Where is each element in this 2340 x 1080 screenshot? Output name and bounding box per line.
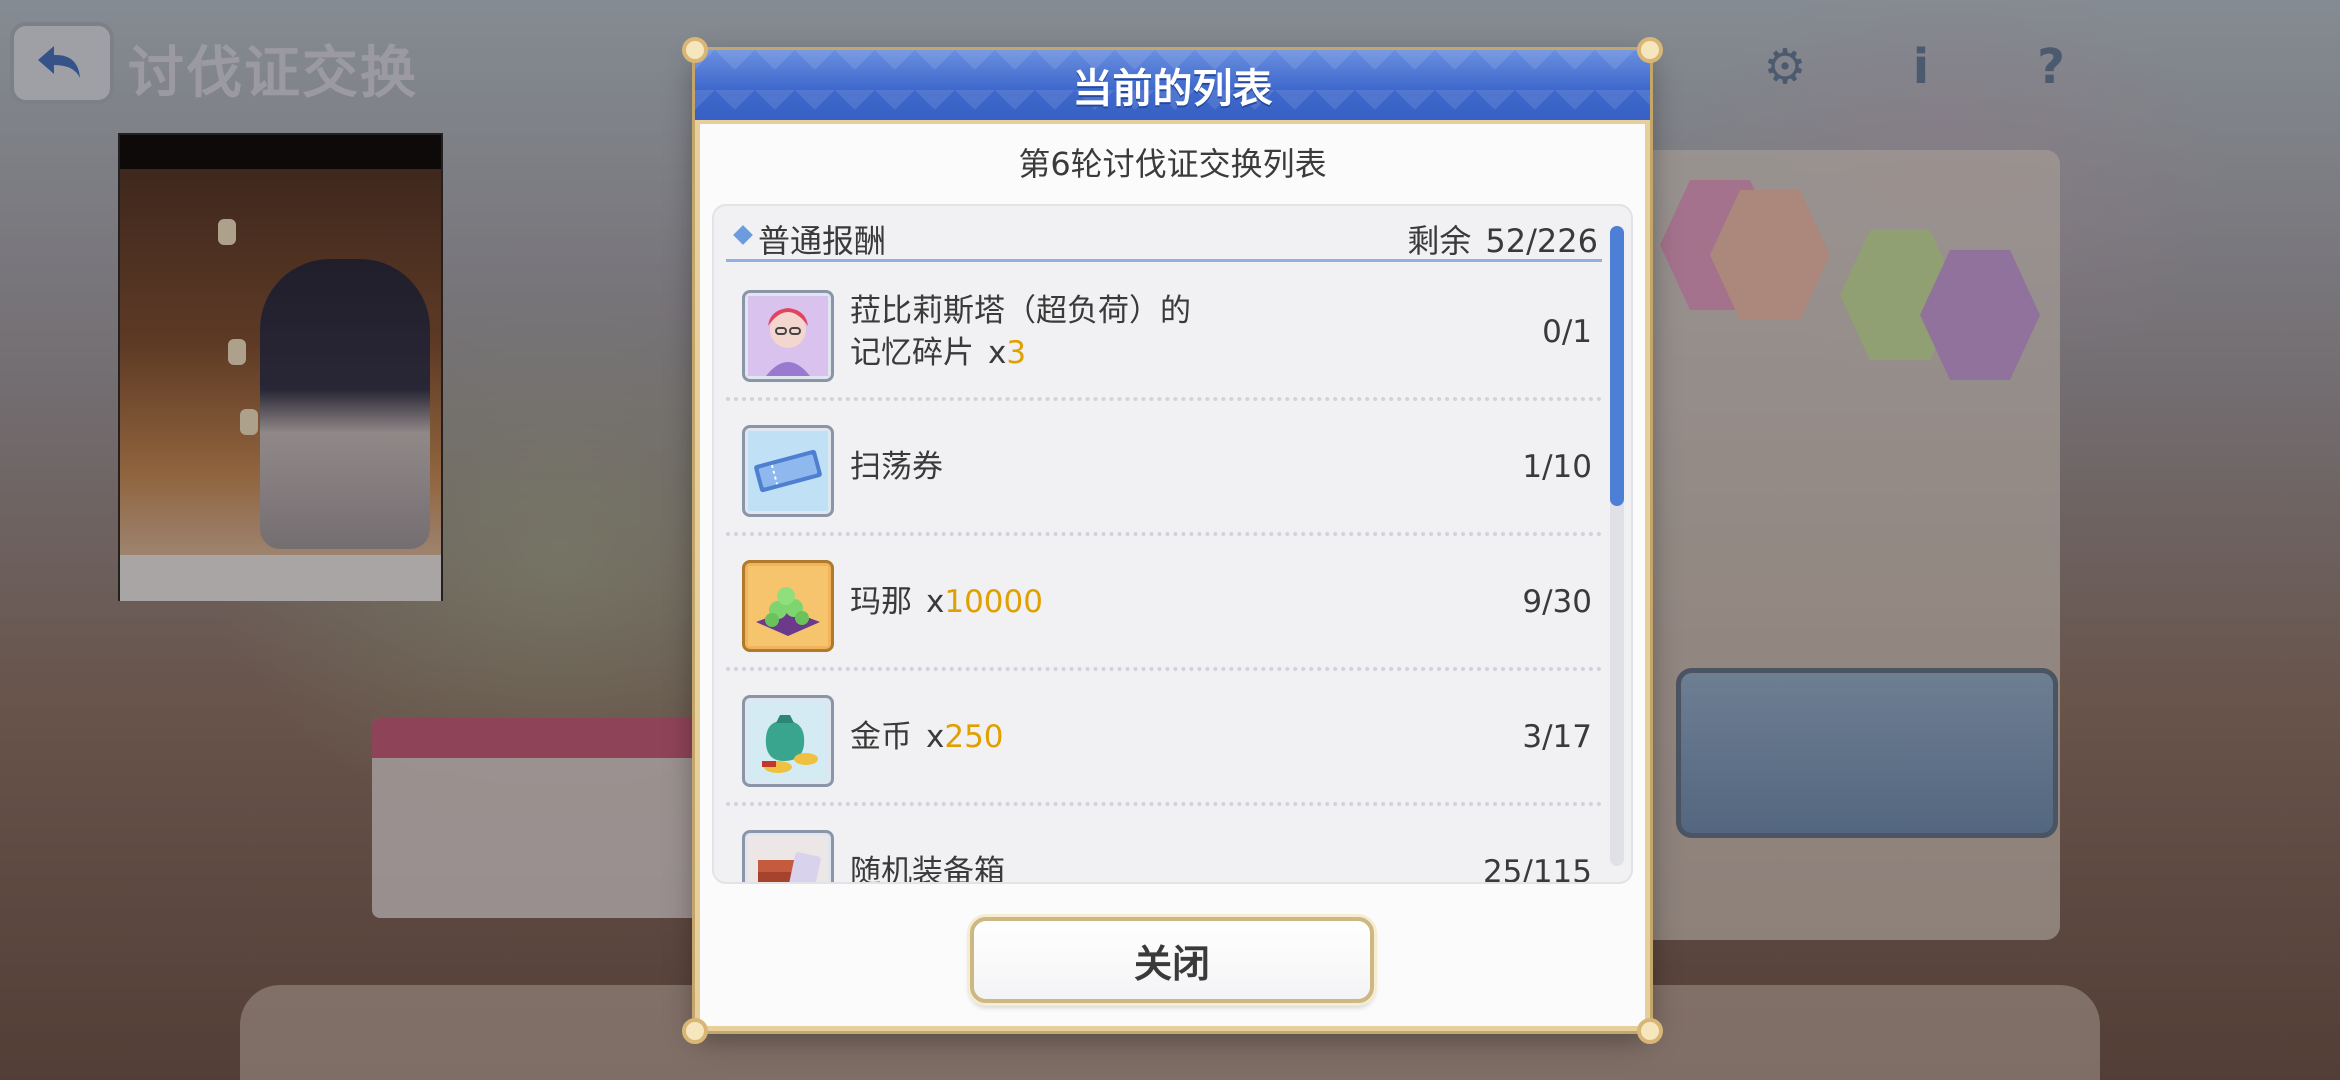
list-item: 扫荡券 1/10: [726, 401, 1602, 536]
reward-list-panel[interactable]: 普通报酬 剩余 52/226 菈比莉斯塔（超负荷）的 记忆碎片 x3 0/1 扫…: [712, 204, 1633, 884]
ticket-icon: [742, 425, 834, 517]
item-exchange-count: 9/30: [1522, 583, 1592, 620]
item-name: 金币 x 250: [850, 671, 1410, 802]
corner-ornament: [1637, 37, 1663, 63]
item-exchange-count: 3/17: [1522, 718, 1592, 755]
corner-ornament: [1637, 1018, 1663, 1044]
item-name-line1: 菈比莉斯塔（超负荷）的: [850, 292, 1191, 329]
item-name: 菈比莉斯塔（超负荷）的 记忆碎片 x3: [850, 266, 1410, 397]
item-name: 随机装备箱: [850, 806, 1410, 884]
current-list-dialog: 当前的列表 第6轮讨伐证交换列表 普通报酬 剩余 52/226 菈比莉斯塔（超负…: [682, 37, 1663, 1044]
dialog-title: 当前的列表: [1072, 66, 1273, 112]
item-multiplier: x: [926, 718, 945, 755]
item-quantity: 10000: [944, 583, 1043, 620]
list-item: 金币 x 250 3/17: [726, 671, 1602, 806]
item-name-line2: 记忆碎片: [850, 334, 974, 371]
item-name-line1: 玛那: [850, 583, 912, 620]
list-item: 菈比莉斯塔（超负荷）的 记忆碎片 x3 0/1: [726, 266, 1602, 401]
mana-icon: [742, 560, 834, 652]
dialog-subtitle: 第6轮讨伐证交换列表: [1018, 145, 1327, 183]
remaining-value: 52/226: [1485, 222, 1598, 260]
list-scrollbar-thumb[interactable]: [1610, 226, 1624, 506]
corner-ornament: [682, 37, 708, 63]
item-name-line1: 随机装备箱: [850, 853, 1005, 884]
corner-ornament: [682, 1018, 708, 1044]
character-portrait-icon: [742, 290, 834, 382]
item-multiplier: x: [988, 334, 1007, 371]
item-exchange-count: 1/10: [1522, 448, 1592, 485]
list-item: 玛那 x 10000 9/30: [726, 536, 1602, 671]
item-exchange-count: 0/1: [1542, 313, 1592, 350]
remaining-counter: 剩余 52/226: [1407, 216, 1598, 262]
item-name-line1: 金币: [850, 718, 912, 755]
item-name-line1: 扫荡券: [850, 448, 943, 485]
coin-bag-icon: [742, 695, 834, 787]
item-quantity: 250: [944, 718, 1004, 755]
list-section-header: 普通报酬 剩余 52/226: [726, 214, 1602, 262]
diamond-bullet-icon: [733, 225, 753, 245]
reward-rows: 菈比莉斯塔（超负荷）的 记忆碎片 x3 0/1 扫荡券 1/10 玛那 x 10…: [726, 266, 1602, 884]
item-exchange-count: 25/115: [1482, 853, 1592, 884]
equipment-box-icon: [742, 830, 834, 882]
list-item: 随机装备箱 25/115: [726, 806, 1602, 884]
item-name: 玛那 x 10000: [850, 536, 1410, 667]
remaining-label: 剩余: [1407, 222, 1472, 260]
close-button[interactable]: 关闭: [970, 917, 1374, 1003]
dialog-header: 当前的列表: [695, 50, 1650, 124]
section-label: 普通报酬: [758, 222, 887, 260]
item-quantity: 3: [1006, 334, 1027, 371]
item-multiplier: x: [926, 583, 945, 620]
item-name: 扫荡券: [850, 401, 1410, 532]
